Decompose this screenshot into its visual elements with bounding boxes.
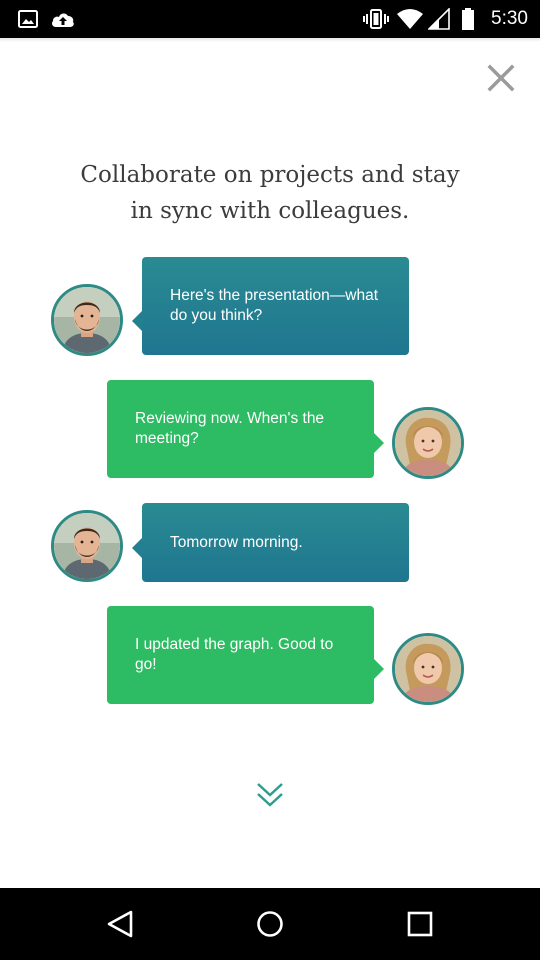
signal-icon — [428, 8, 450, 30]
message-bubble: Reviewing now. When's the meeting? — [107, 380, 384, 478]
message-bubble: Here's the presentation—what do you thin… — [132, 257, 409, 355]
message-text: Reviewing now. When's the meeting? — [135, 410, 325, 447]
message-bubble: Tomorrow morning. — [132, 503, 409, 582]
vibrate-icon — [363, 9, 389, 29]
message-bubble: I updated the graph. Good to go! — [107, 606, 384, 704]
message-text: Tomorrow morning. — [170, 533, 303, 551]
navigation-bar — [0, 888, 540, 960]
back-triangle-icon[interactable] — [100, 904, 140, 944]
image-icon — [18, 10, 38, 28]
wifi-icon — [397, 9, 423, 29]
close-icon[interactable] — [483, 60, 519, 96]
heading-line-1: Collaborate on projects and stay — [80, 162, 460, 188]
battery-icon — [462, 8, 474, 30]
avatar-woman — [392, 407, 464, 479]
recents-square-icon[interactable] — [400, 904, 440, 944]
avatar-man — [51, 510, 123, 582]
message-text: I updated the graph. Good to go! — [135, 636, 334, 673]
status-bar: 5:30 — [0, 0, 540, 38]
avatar-man — [51, 284, 123, 356]
avatar-woman — [392, 633, 464, 705]
status-time: 5:30 — [491, 8, 528, 29]
double-chevron-down-icon[interactable] — [255, 781, 285, 809]
onboarding-heading: Collaborate on projects and stay in sync… — [40, 157, 500, 229]
cloud-upload-icon — [52, 13, 74, 27]
heading-line-2: in sync with colleagues. — [130, 198, 410, 224]
home-circle-icon[interactable] — [250, 904, 290, 944]
message-text: Here's the presentation—what do you thin… — [170, 287, 379, 324]
header-shadow — [0, 38, 540, 42]
